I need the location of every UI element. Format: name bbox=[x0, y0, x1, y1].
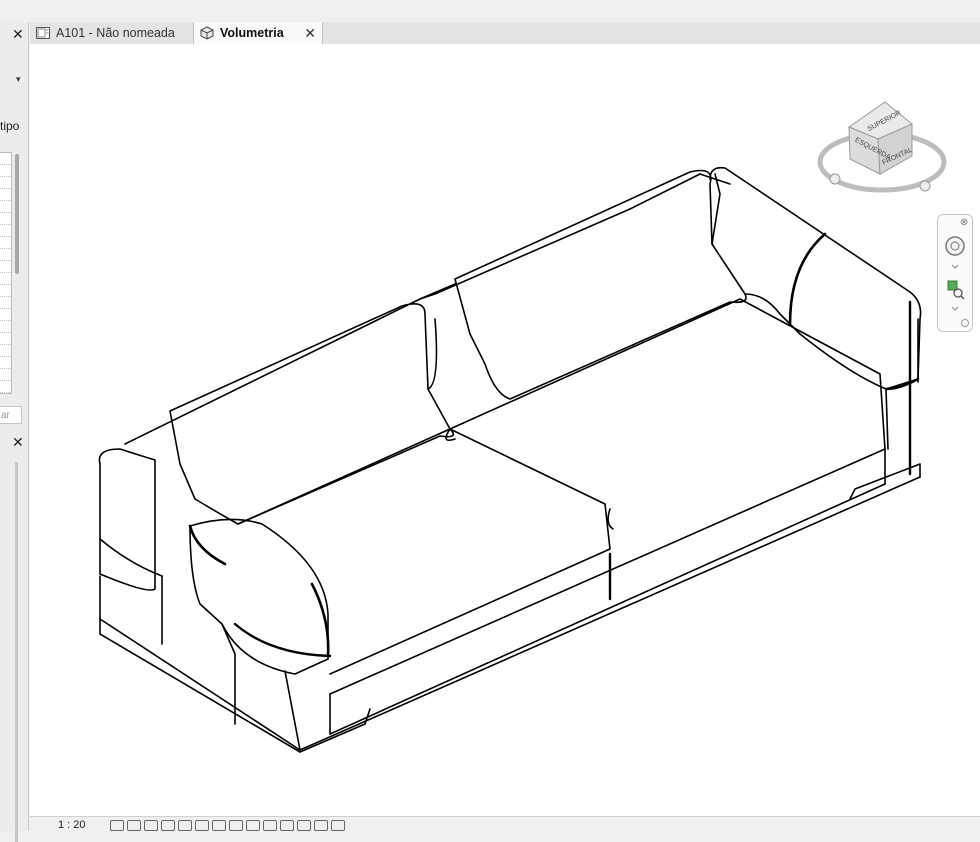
detail-level-icon[interactable] bbox=[110, 820, 124, 831]
zoom-region-icon[interactable] bbox=[947, 280, 965, 300]
lock-view-icon[interactable] bbox=[229, 820, 243, 831]
3d-viewport[interactable]: SUPERIOR FRONTAL ESQUERDA bbox=[30, 44, 980, 816]
title-strip bbox=[0, 0, 980, 22]
show-crop-icon[interactable] bbox=[212, 820, 226, 831]
sofa-drawing: SUPERIOR FRONTAL ESQUERDA bbox=[98, 101, 947, 753]
search-field[interactable]: ar bbox=[0, 406, 22, 424]
shadows-icon[interactable] bbox=[161, 820, 175, 831]
view-control-icons bbox=[110, 820, 345, 831]
properties-scrollbar[interactable] bbox=[15, 154, 19, 274]
steering-wheel-icon[interactable] bbox=[945, 236, 965, 256]
sheet-icon bbox=[36, 26, 50, 40]
temporary-hide-icon[interactable] bbox=[246, 820, 260, 831]
reveal-hidden-icon[interactable] bbox=[263, 820, 277, 831]
zoom-dropdown-icon[interactable] bbox=[951, 306, 959, 311]
view-scale[interactable]: 1 : 20 bbox=[58, 819, 86, 831]
panel-close-icon[interactable]: ✕ bbox=[12, 26, 24, 43]
sun-path-icon[interactable] bbox=[144, 820, 158, 831]
temporary-view-icon[interactable] bbox=[280, 820, 294, 831]
properties-panel: ✕ ▾ tipo ar ✕ bbox=[0, 22, 29, 842]
view-tab-bar: A101 - Não nomeada Volumetria ✕ bbox=[30, 22, 980, 45]
browser-close-icon[interactable]: ✕ bbox=[12, 434, 24, 451]
view-control-bar: 1 : 20 bbox=[30, 816, 980, 832]
steering-dropdown-icon[interactable] bbox=[951, 264, 959, 269]
render-icon[interactable] bbox=[178, 820, 192, 831]
type-label: tipo bbox=[0, 119, 20, 133]
properties-list[interactable] bbox=[0, 152, 12, 394]
constraints-icon[interactable] bbox=[331, 820, 345, 831]
browser-scrollbar[interactable] bbox=[15, 462, 18, 842]
tab-label: A101 - Não nomeada bbox=[56, 26, 175, 40]
analysis-icon[interactable] bbox=[314, 820, 328, 831]
crop-view-icon[interactable] bbox=[195, 820, 209, 831]
visual-style-icon[interactable] bbox=[127, 820, 141, 831]
worksharing-icon[interactable] bbox=[297, 820, 311, 831]
3d-view-icon bbox=[200, 26, 214, 40]
tab-a101[interactable]: A101 - Não nomeada bbox=[30, 22, 193, 44]
type-selector-dropdown-icon[interactable]: ▾ bbox=[16, 74, 21, 85]
tab-volumetria[interactable]: Volumetria ✕ bbox=[193, 22, 323, 44]
viewcube[interactable]: SUPERIOR FRONTAL ESQUERDA bbox=[817, 101, 947, 193]
navigation-bar: ⊗ bbox=[937, 214, 973, 332]
navbar-options-icon[interactable] bbox=[961, 319, 969, 327]
tab-label: Volumetria bbox=[220, 26, 284, 40]
tab-close-icon[interactable]: ✕ bbox=[304, 25, 316, 42]
